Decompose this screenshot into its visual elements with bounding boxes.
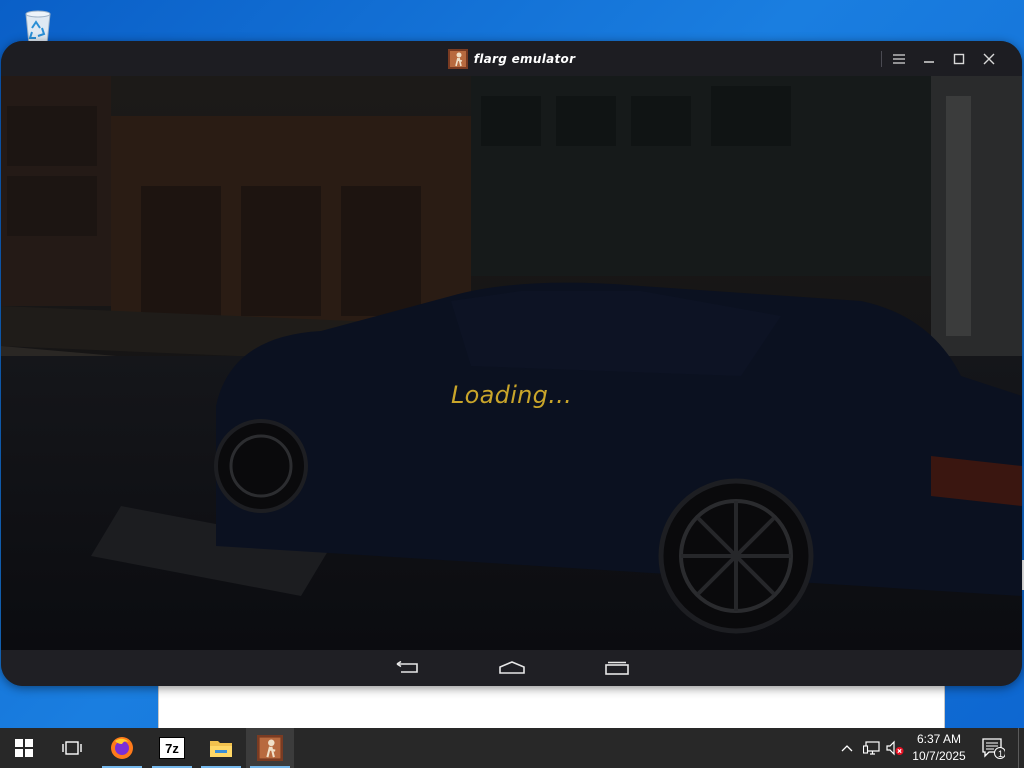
show-desktop-button[interactable] [1018, 728, 1024, 768]
home-button[interactable] [492, 656, 532, 680]
taskbar: 7z 6:37 AM 10/7/2025 1 [0, 728, 1024, 768]
notification-count: 1 [998, 749, 1004, 759]
back-button[interactable] [387, 656, 427, 680]
7zip-button[interactable]: 7z [148, 728, 196, 768]
minimize-icon [924, 61, 934, 63]
recents-icon [605, 661, 629, 675]
menu-icon [893, 54, 905, 64]
folder-icon [210, 741, 232, 757]
task-view-icon [62, 741, 82, 755]
emulator-app-icon [447, 48, 468, 69]
close-button[interactable] [976, 47, 1002, 71]
recents-button[interactable] [597, 656, 637, 680]
back-icon [396, 661, 418, 673]
7zip-icon: 7z [159, 737, 185, 759]
7zip-label: 7z [165, 740, 179, 756]
volume-muted-icon [886, 740, 904, 756]
volume-button[interactable] [884, 728, 906, 768]
loading-text: Loading... [451, 381, 572, 409]
emulator-window: flarg emulator Loading... [1, 41, 1022, 686]
firefox-button[interactable] [98, 728, 146, 768]
windows-logo-icon [15, 739, 33, 757]
chevron-up-icon [841, 745, 853, 752]
action-center-button[interactable]: 1 [978, 728, 1008, 768]
menu-button[interactable] [886, 47, 912, 71]
file-explorer-button[interactable] [197, 728, 245, 768]
loading-background-image [1, 76, 1022, 650]
home-icon [499, 661, 525, 674]
title-bar[interactable]: flarg emulator [1, 41, 1022, 76]
title-separator [881, 51, 882, 67]
show-hidden-icons-button[interactable] [838, 728, 856, 768]
maximize-button[interactable] [946, 47, 972, 71]
clock-date: 10/7/2025 [912, 749, 966, 763]
close-icon [983, 53, 995, 65]
clock-time: 6:37 AM [916, 732, 962, 746]
network-button[interactable] [860, 728, 884, 768]
start-button[interactable] [0, 728, 48, 768]
emulator-app-icon [257, 735, 283, 761]
android-nav-bar [1, 650, 1022, 686]
flarg-emulator-button[interactable] [246, 728, 294, 768]
minimize-button[interactable] [916, 47, 942, 71]
clock[interactable]: 6:37 AM 10/7/2025 [905, 731, 973, 765]
window-title: flarg emulator [473, 51, 576, 66]
network-icon [863, 741, 880, 755]
recycle-bin-icon[interactable] [18, 6, 58, 46]
firefox-icon [111, 737, 133, 759]
emulator-screen[interactable]: Loading... [1, 76, 1022, 650]
maximize-icon [953, 53, 965, 65]
task-view-button[interactable] [48, 728, 96, 768]
